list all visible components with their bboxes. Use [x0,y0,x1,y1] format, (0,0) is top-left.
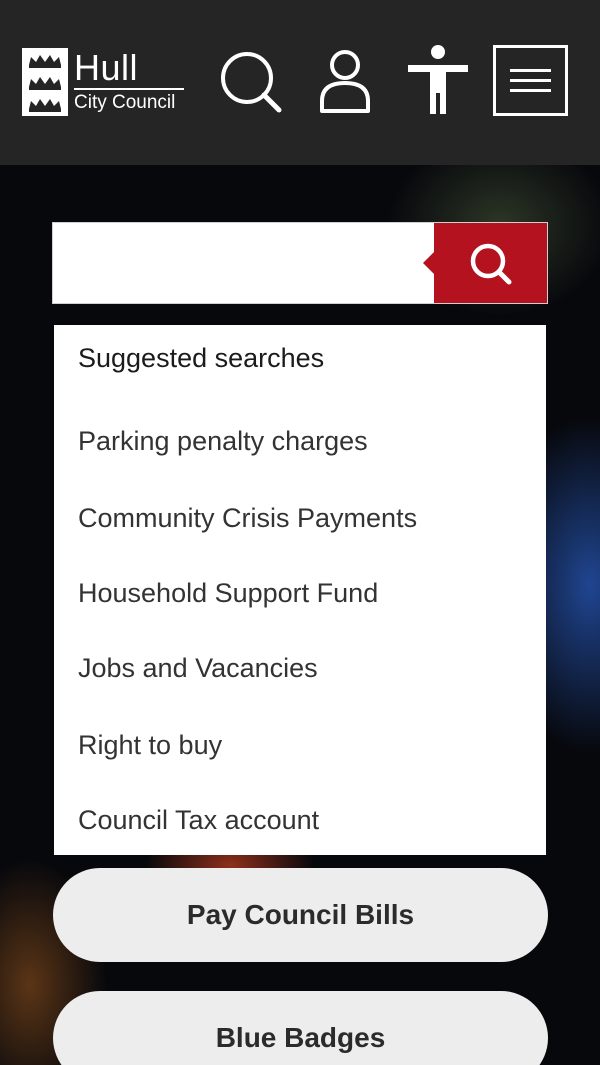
search-icon [221,52,282,113]
logo-wordmark-city-council: City Council [74,92,176,113]
menu-icon [510,69,551,92]
suggestion-item[interactable]: Right to buy [78,730,222,761]
search-input[interactable] [53,223,433,303]
logo-divider [74,88,184,90]
suggested-searches-heading: Suggested searches [78,343,325,373]
pay-council-bills-button[interactable]: Pay Council Bills [53,868,548,962]
site-header: Hull City Council [0,0,600,165]
suggested-searches-panel: Suggested searches Parking penalty charg… [54,325,546,855]
crest-icon [22,48,68,116]
site-search-form [52,222,548,304]
blue-badges-button[interactable]: Blue Badges [53,991,548,1065]
suggestion-item[interactable]: Household Support Fund [78,578,378,609]
header-account-button[interactable] [309,45,381,117]
header-search-button[interactable] [214,45,286,117]
account-icon [320,50,370,113]
hull-city-council-logo[interactable]: Hull City Council [22,48,187,118]
suggestion-item[interactable]: Jobs and Vacancies [78,653,318,684]
search-icon [470,243,512,285]
suggestion-item[interactable]: Council Tax account [78,805,319,836]
suggestion-item[interactable]: Parking penalty charges [78,426,368,457]
logo-wordmark-hull: Hull [74,47,139,88]
suggestion-item[interactable]: Community Crisis Payments [78,503,417,534]
search-submit-button[interactable] [423,223,547,303]
accessibility-icon [408,45,468,114]
header-accessibility-button[interactable] [402,45,474,117]
menu-button[interactable] [493,45,568,116]
